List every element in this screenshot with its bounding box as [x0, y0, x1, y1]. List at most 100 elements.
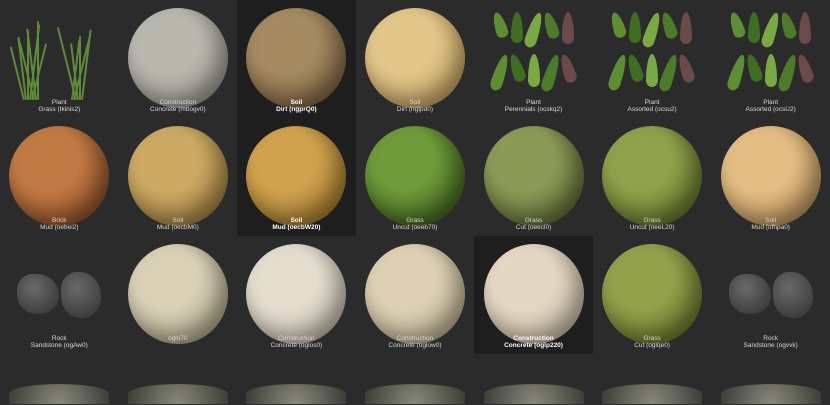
- asset-name: Perennials (ocskq2): [504, 106, 563, 113]
- asset-tile[interactable]: Soil Dirt (ngprQ0): [237, 0, 356, 118]
- asset-tile-partial[interactable]: [711, 354, 830, 404]
- asset-name: Mud (oecbM0): [156, 224, 199, 231]
- asset-label: Brick Mud (oebei2): [6, 217, 113, 231]
- asset-thumbnail: [484, 8, 584, 108]
- asset-tile[interactable]: Soil Mud (oecbM0): [119, 118, 238, 236]
- leaf-shape: [540, 10, 561, 41]
- asset-name: Assorted (ocsU2): [745, 106, 796, 113]
- asset-tile[interactable]: Brick Mud (oebei2): [0, 118, 119, 236]
- rock-shape: [17, 274, 60, 314]
- asset-name: Cut (oeecl0): [515, 224, 552, 231]
- asset-tile[interactable]: Grass Cut (oeecl0): [474, 118, 593, 236]
- leaf-shape: [510, 12, 523, 43]
- asset-tile[interactable]: Plant Assorted (ocsu2): [593, 0, 712, 118]
- asset-tile[interactable]: Construction Concrete (oglos0): [237, 236, 356, 354]
- rock-shape: [728, 274, 771, 314]
- leaf-shape: [488, 53, 511, 92]
- asset-category: Grass: [643, 335, 661, 342]
- asset-tile[interactable]: Grass Uncut (oeeb70): [356, 118, 475, 236]
- asset-category: Plant: [51, 99, 67, 106]
- asset-name: Assorted (ocsu2): [627, 106, 677, 113]
- asset-tile[interactable]: Soil Mud (oecbW20): [237, 118, 356, 236]
- asset-thumbnail: [246, 126, 347, 226]
- asset-category: Soil: [409, 99, 421, 106]
- asset-label: Rock Sandstone (ogAw0): [6, 335, 113, 349]
- asset-label: Rock Sandstone (ogvvk): [717, 335, 824, 349]
- asset-thumbnail: [483, 384, 584, 404]
- asset-thumbnail: [602, 8, 702, 108]
- asset-tile[interactable]: Soil Dirt (ngtpd0): [356, 0, 475, 118]
- asset-name: Mud (oebei2): [40, 224, 79, 231]
- asset-label: Soil Dirt (ngtpd0): [362, 99, 469, 113]
- asset-name: Uncut (oeeL20): [629, 224, 675, 231]
- leaf-shape: [629, 12, 642, 43]
- asset-thumbnail: [602, 244, 703, 344]
- asset-label: Soil Mud (ofhpa0): [717, 217, 824, 231]
- asset-name: Cut (oglqe0): [634, 342, 670, 349]
- asset-tile[interactable]: Plant Grass (tkinis2): [0, 0, 119, 118]
- asset-tile[interactable]: Construction Concrete (mbogv0): [119, 0, 238, 118]
- asset-tile[interactable]: Construction Concrete (oglow0): [356, 236, 475, 354]
- asset-tile-partial[interactable]: [119, 354, 238, 404]
- asset-tile-partial[interactable]: [593, 354, 712, 404]
- asset-tile-partial[interactable]: [474, 354, 593, 404]
- asset-label: oglo70: [125, 335, 232, 342]
- asset-tile[interactable]: Grass Uncut (oeeL20): [593, 118, 712, 236]
- asset-tile[interactable]: Soil Mud (ofhpa0): [711, 118, 830, 236]
- asset-name: Sandstone (ogAw0): [30, 342, 88, 349]
- asset-tile[interactable]: Plant Perennials (ocskq2): [474, 0, 593, 118]
- asset-name: Concrete (oglow0): [388, 342, 442, 349]
- asset-tile[interactable]: Rock Sandstone (ogvvk): [711, 236, 830, 354]
- asset-tile[interactable]: oglo70: [119, 236, 238, 354]
- leaf-shape: [640, 11, 664, 49]
- asset-thumbnail: [127, 244, 228, 344]
- asset-thumbnail: [364, 8, 465, 108]
- asset-label: Soil Dirt (ngprQ0): [243, 99, 350, 113]
- asset-label: Plant Assorted (ocsu2): [599, 99, 706, 113]
- asset-name: Concrete (oglos0): [270, 342, 323, 349]
- asset-name: Sandstone (ogvvk): [743, 342, 798, 349]
- asset-category: Construction: [396, 335, 434, 342]
- asset-category: Grass: [524, 217, 543, 224]
- leaf-shape: [798, 12, 811, 44]
- asset-category: Soil: [290, 217, 303, 224]
- leaf-shape: [759, 11, 782, 49]
- asset-category: Plant: [644, 99, 660, 106]
- asset-thumbnail: [246, 244, 347, 344]
- asset-name: Concrete (mbogv0): [150, 106, 206, 113]
- asset-thumbnail: [720, 384, 821, 404]
- asset-label: Construction Concrete (oglow0): [362, 335, 469, 349]
- asset-thumbnail: [483, 244, 584, 344]
- grass-blade: [79, 36, 82, 100]
- leaf-shape: [625, 52, 646, 84]
- leaf-shape: [606, 53, 630, 92]
- leaf-shape: [659, 10, 679, 41]
- asset-name: oglo70: [168, 335, 188, 342]
- leaf-shape: [608, 10, 628, 40]
- asset-name: Dirt (ngtpd0): [396, 106, 434, 113]
- asset-tile-partial[interactable]: [237, 354, 356, 404]
- asset-category: Grass: [643, 217, 661, 224]
- asset-tile[interactable]: Rock Sandstone (ogAw0): [0, 236, 119, 354]
- asset-thumbnail: [483, 126, 584, 226]
- asset-thumbnail: [720, 126, 821, 226]
- asset-tile[interactable]: Plant Assorted (ocsU2): [711, 0, 830, 118]
- asset-label: Grass Cut (oglqe0): [599, 335, 706, 349]
- asset-tile-partial[interactable]: [356, 354, 475, 404]
- leaf-shape: [675, 52, 697, 85]
- leaf-shape: [725, 53, 749, 92]
- asset-thumbnail: [364, 244, 465, 344]
- asset-thumbnail: [602, 126, 703, 226]
- asset-label: Construction Concrete (mbogv0): [125, 99, 232, 113]
- asset-thumbnail: [721, 244, 821, 344]
- leaf-shape: [527, 54, 540, 87]
- asset-tile[interactable]: Grass Cut (oglqe0): [593, 236, 712, 354]
- asset-tile[interactable]: Construction Concrete (oglp220): [474, 236, 593, 354]
- rock-shape: [61, 272, 102, 318]
- asset-tile-partial[interactable]: [0, 354, 119, 404]
- leaf-shape: [747, 12, 760, 43]
- asset-grid: Plant Grass (tkinis2) Construction Concrete…: [0, 0, 830, 404]
- asset-name: Mud (oecbW20): [272, 224, 321, 231]
- asset-category: Plant: [763, 99, 779, 106]
- asset-thumbnail: [602, 384, 703, 404]
